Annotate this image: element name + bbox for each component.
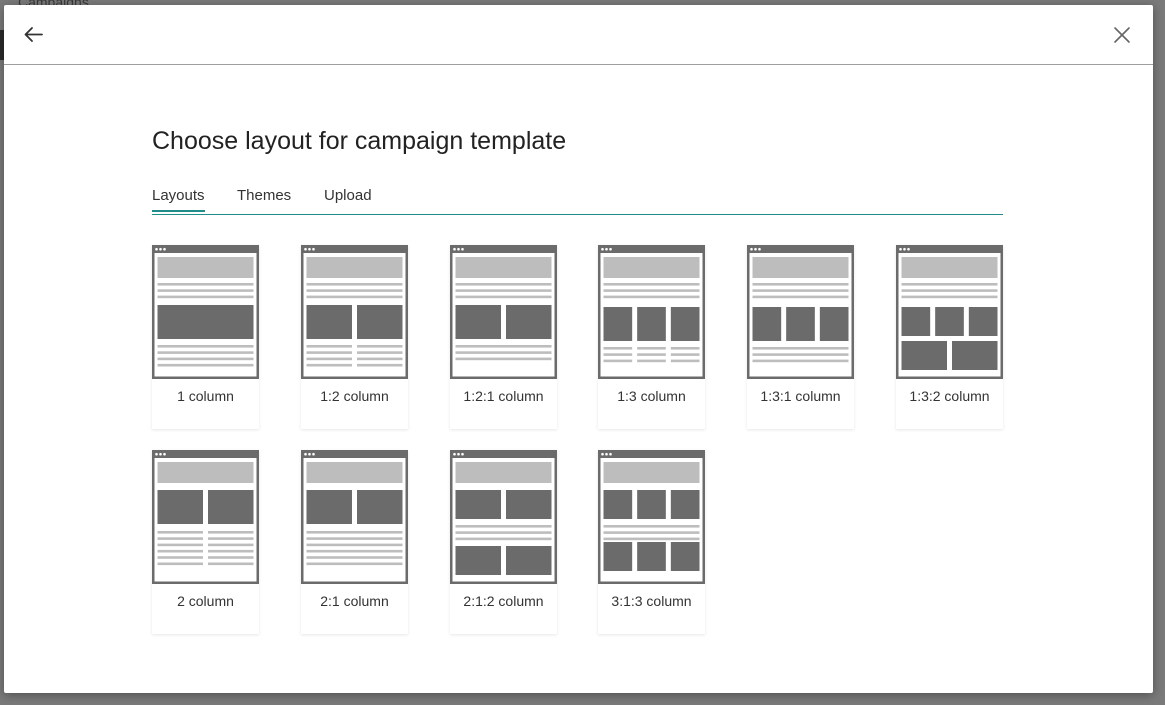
dialog-header [4,5,1153,65]
layout-thumbnail [301,450,408,584]
layout-card-one-three-two[interactable]: 1:3:2 column [896,245,1003,429]
layout-thumbnail [598,450,705,584]
layout-card-label: 2:1 column [320,593,389,609]
layout-thumbnail [301,245,408,379]
layout-card-one-three-one[interactable]: 1:3:1 column [747,245,854,429]
layout-card-label: 2:1:2 column [463,593,544,609]
tab-themes[interactable]: Themes [237,187,291,204]
tab-upload[interactable]: Upload [324,187,372,204]
layout-card-two[interactable]: 2 column [152,450,259,634]
page-title: Choose layout for campaign template [152,127,567,155]
layout-card-label: 1:3:1 column [760,388,841,404]
layout-card-label: 2 column [177,593,234,609]
layout-thumbnail [152,450,259,584]
arrow-left-icon [24,27,43,42]
layout-thumbnail [747,245,854,379]
layout-card-one[interactable]: 1 column [152,245,259,429]
layout-thumbnail [896,245,1003,379]
layout-card-one-three[interactable]: 1:3 column [598,245,705,429]
layout-thumbnail [450,450,557,584]
layout-thumbnail [450,245,557,379]
layout-card-label: 1:3:2 column [909,388,990,404]
layout-dialog: Choose layout for campaign template Layo… [4,5,1153,693]
layout-card-label: 1:2:1 column [463,388,544,404]
layout-card-label: 1 column [177,388,234,404]
tab-layouts[interactable]: Layouts [152,187,205,212]
layout-thumbnail [152,245,259,379]
layout-card-one-two[interactable]: 1:2 column [301,245,408,429]
layout-card-label: 3:1:3 column [611,593,692,609]
close-button[interactable] [1110,23,1134,47]
layout-card-two-one-two[interactable]: 2:1:2 column [450,450,557,634]
layout-card-label: 1:2 column [320,388,389,404]
layout-card-three-one-three[interactable]: 3:1:3 column [598,450,705,634]
layout-thumbnail [598,245,705,379]
close-icon [1114,27,1130,43]
layout-card-label: 1:3 column [617,388,686,404]
layout-card-two-one[interactable]: 2:1 column [301,450,408,634]
back-button[interactable] [20,21,48,49]
layout-card-one-two-one[interactable]: 1:2:1 column [450,245,557,429]
tab-bar: Layouts Themes Upload [152,187,1003,215]
